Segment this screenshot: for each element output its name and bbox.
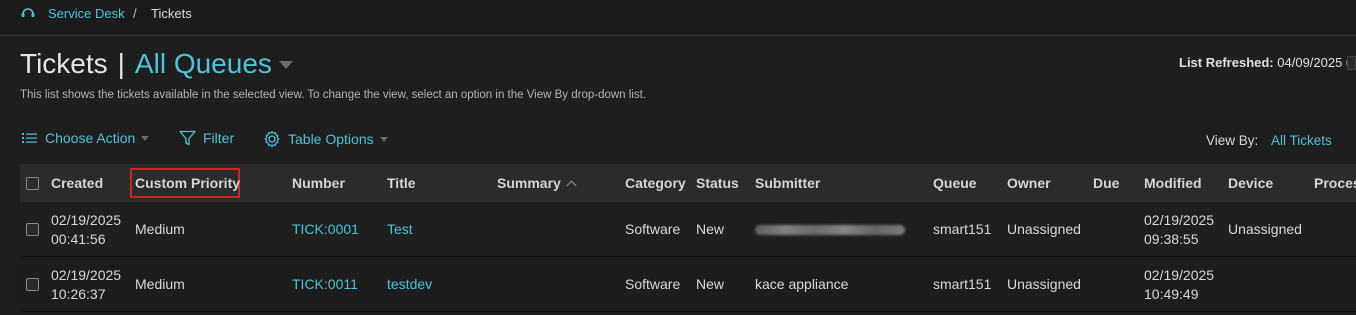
choose-action-button[interactable]: Choose Action	[22, 130, 150, 146]
column-device[interactable]: Device	[1228, 164, 1273, 202]
created-date: 02/19/2025	[51, 211, 122, 228]
page-title-text: Tickets	[20, 48, 108, 79]
title-divider: |	[117, 48, 125, 79]
column-due[interactable]: Due	[1093, 164, 1119, 202]
breadcrumb-separator: /	[133, 6, 137, 21]
cell-number-link[interactable]: TICK:0001	[292, 202, 359, 257]
list-refreshed-value: 04/09/2025 0	[1277, 55, 1354, 70]
breadcrumb-service-desk-link[interactable]: Service Desk	[48, 6, 125, 21]
table-options-label: Table Options	[288, 131, 374, 147]
column-category[interactable]: Category	[625, 164, 686, 202]
created-time: 00:41:56	[51, 230, 106, 247]
service-desk-icon	[21, 8, 35, 17]
queue-selector[interactable]: All Queues	[135, 48, 272, 80]
cell-created: 02/19/2025 00:41:56	[51, 202, 121, 257]
modified-time: 09:38:55	[1144, 230, 1199, 247]
cell-submitter: kace appliance	[755, 276, 849, 292]
column-queue[interactable]: Queue	[933, 164, 977, 202]
table-row[interactable]: 02/19/2025 10:26:37 Medium TICK:0011 tes…	[20, 257, 1356, 312]
gear-icon	[264, 130, 280, 148]
cell-number-link[interactable]: TICK:0011	[292, 257, 358, 312]
sort-ascending-icon	[566, 180, 577, 191]
cell-priority: Medium	[135, 276, 185, 292]
breadcrumb: Service Desk / Tickets	[0, 0, 1356, 36]
cell-submitter	[755, 202, 905, 257]
cell-status: New	[696, 221, 725, 237]
column-number[interactable]: Number	[292, 164, 345, 202]
select-all-checkbox[interactable]	[26, 177, 39, 190]
redacted-submitter	[755, 224, 905, 235]
row-checkbox[interactable]	[26, 278, 39, 291]
modified-date: 02/19/2025	[1144, 211, 1215, 228]
row-checkbox[interactable]	[26, 223, 39, 236]
column-title[interactable]: Title	[387, 164, 416, 202]
cell-category: Software	[625, 221, 681, 237]
choose-action-label: Choose Action	[45, 130, 136, 146]
filter-button[interactable]: Filter	[179, 130, 234, 146]
column-summary-label: Summary	[497, 175, 561, 191]
queue-chevron-down-icon[interactable]	[278, 61, 293, 69]
tickets-table: Created Custom Priority Number Title Sum…	[20, 164, 1356, 312]
column-created[interactable]: Created	[51, 164, 103, 202]
column-status[interactable]: Status	[696, 164, 739, 202]
column-submitter[interactable]: Submitter	[755, 164, 820, 202]
page-title: Tickets | All Queues	[20, 48, 293, 84]
view-by-value: All Tickets	[1271, 133, 1332, 148]
filter-icon	[179, 130, 196, 146]
modified-date: 02/19/2025	[1144, 266, 1215, 283]
cell-owner: Unassigned	[1007, 221, 1081, 237]
column-modified[interactable]: Modified	[1144, 164, 1202, 202]
column-owner[interactable]: Owner	[1007, 164, 1051, 202]
cell-modified: 02/19/2025 10:49:49	[1144, 257, 1214, 312]
filter-label: Filter	[203, 130, 235, 146]
cell-owner: Unassigned	[1007, 276, 1081, 292]
cell-created: 02/19/2025 10:26:37	[51, 257, 121, 312]
scroll-up-icon[interactable]	[1347, 56, 1356, 70]
cell-title-link[interactable]: Test	[387, 202, 413, 257]
column-custom-priority[interactable]: Custom Priority	[130, 168, 240, 198]
cell-queue: smart151	[933, 276, 992, 292]
created-time: 10:26:37	[51, 285, 106, 302]
cell-modified: 02/19/2025 09:38:55	[1144, 202, 1214, 257]
view-by-label: View By:	[1206, 133, 1259, 148]
cell-title-link[interactable]: testdev	[387, 257, 432, 312]
list-refreshed: List Refreshed: 04/09/2025 0	[1179, 55, 1353, 70]
list-icon	[22, 133, 37, 143]
page-description: This list shows the tickets available in…	[20, 89, 647, 101]
created-date: 02/19/2025	[51, 266, 122, 283]
view-by-dropdown[interactable]: All Tickets	[1271, 133, 1340, 148]
cell-category: Software	[625, 276, 681, 292]
chevron-down-icon	[379, 136, 388, 142]
table-options-button[interactable]: Table Options	[263, 130, 388, 148]
breadcrumb-current: Tickets	[151, 6, 192, 21]
chevron-down-icon	[141, 135, 150, 141]
list-refreshed-label: List Refreshed:	[1179, 55, 1274, 70]
column-summary[interactable]: Summary	[497, 164, 577, 202]
cell-status: New	[696, 276, 725, 292]
cell-device: Unassigned	[1228, 221, 1302, 237]
modified-time: 10:49:49	[1144, 285, 1199, 302]
column-process[interactable]: Proces	[1314, 164, 1356, 202]
table-header: Created Custom Priority Number Title Sum…	[20, 164, 1356, 202]
cell-priority: Medium	[135, 221, 185, 237]
cell-queue: smart151	[933, 221, 992, 237]
table-row[interactable]: 02/19/2025 00:41:56 Medium TICK:0001 Tes…	[20, 202, 1356, 257]
